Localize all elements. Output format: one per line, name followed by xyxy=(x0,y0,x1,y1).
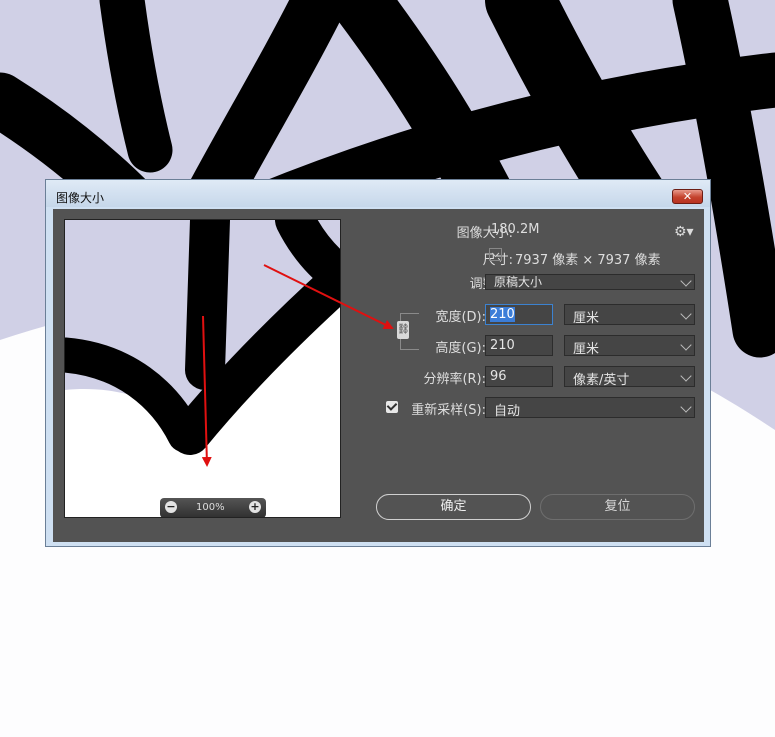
dimensions-dropdown-icon[interactable] xyxy=(489,248,502,261)
width-input[interactable]: 210 xyxy=(485,304,553,325)
image-size-dialog: 图像大小 ✕ − 100% + 图像大小: 180.2M ⚙▾ 尺寸: 7937… xyxy=(45,179,711,547)
gear-icon[interactable]: ⚙▾ xyxy=(674,224,694,240)
close-icon[interactable]: ✕ xyxy=(672,189,703,204)
height-unit: 厘米 xyxy=(573,342,600,357)
zoom-level: 100% xyxy=(196,502,225,513)
width-unit: 厘米 xyxy=(573,311,600,326)
dimensions-value: 7937 像素 × 7937 像素 xyxy=(515,253,661,268)
dialog-title: 图像大小 xyxy=(56,191,105,205)
image-preview[interactable]: − 100% + xyxy=(64,219,341,518)
resolution-input[interactable]: 96 xyxy=(485,366,553,387)
height-input[interactable]: 210 xyxy=(485,335,553,356)
resample-select[interactable]: 自动 xyxy=(485,397,695,419)
width-unit-select[interactable]: 厘米 xyxy=(564,304,695,326)
zoom-in-icon[interactable]: + xyxy=(249,501,261,513)
fit-to-select[interactable]: 原稿大小 xyxy=(485,274,695,290)
resolution-label: 分辨率(R): xyxy=(423,372,486,387)
zoom-out-icon[interactable]: − xyxy=(165,501,177,513)
resolution-unit-select[interactable]: 像素/英寸 xyxy=(564,366,695,388)
resample-checkbox[interactable] xyxy=(386,401,398,413)
resolution-value: 96 xyxy=(490,369,507,384)
height-label: 高度(G): xyxy=(435,341,486,356)
image-size-value: 180.2M xyxy=(491,222,540,237)
resolution-unit: 像素/英寸 xyxy=(573,373,630,388)
resample-label: 重新采样(S): xyxy=(411,403,486,418)
width-value: 210 xyxy=(490,307,515,322)
fit-to-value: 原稿大小 xyxy=(494,275,543,289)
dialog-body: − 100% + 图像大小: 180.2M ⚙▾ 尺寸: 7937 像素 × 7… xyxy=(53,209,704,542)
chain-link-icon[interactable]: ⛓ xyxy=(397,321,410,339)
height-value: 210 xyxy=(490,338,515,353)
reset-button[interactable]: 复位 xyxy=(540,494,695,520)
dialog-titlebar[interactable]: 图像大小 ✕ xyxy=(46,180,710,207)
zoom-control: − 100% + xyxy=(160,498,266,517)
resample-value: 自动 xyxy=(494,404,521,419)
width-label: 宽度(D): xyxy=(435,310,486,325)
preview-image xyxy=(65,220,340,517)
height-unit-select[interactable]: 厘米 xyxy=(564,335,695,357)
ok-button[interactable]: 确定 xyxy=(376,494,531,520)
